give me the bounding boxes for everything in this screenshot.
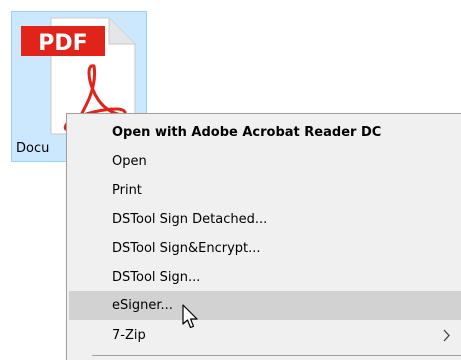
menu-item-print[interactable]: Print [69,176,461,205]
context-menu: Open with Adobe Acrobat Reader DC Open P… [66,113,461,360]
menu-item-7zip[interactable]: 7-Zip [69,321,461,350]
menu-item-7zip-label: 7-Zip [112,328,146,343]
chevron-right-icon [443,329,450,342]
menu-item-esigner[interactable]: eSigner... [69,291,461,320]
menu-item-open-with-acrobat[interactable]: Open with Adobe Acrobat Reader DC [69,118,461,147]
desktop: PDF Docu Open with Adobe Acrobat Reader … [0,0,461,360]
mouse-pointer-icon [182,304,198,329]
pdf-badge-text: PDF [38,31,87,56]
menu-item-dstool-sign-encrypt[interactable]: DSTool Sign&Encrypt... [69,234,461,263]
menu-separator [92,355,461,356]
file-name-label: Docu [16,141,50,156]
menu-item-open[interactable]: Open [69,147,461,176]
menu-item-dstool-sign-detached[interactable]: DSTool Sign Detached... [69,205,461,234]
menu-item-dstool-sign[interactable]: DSTool Sign... [69,263,461,292]
